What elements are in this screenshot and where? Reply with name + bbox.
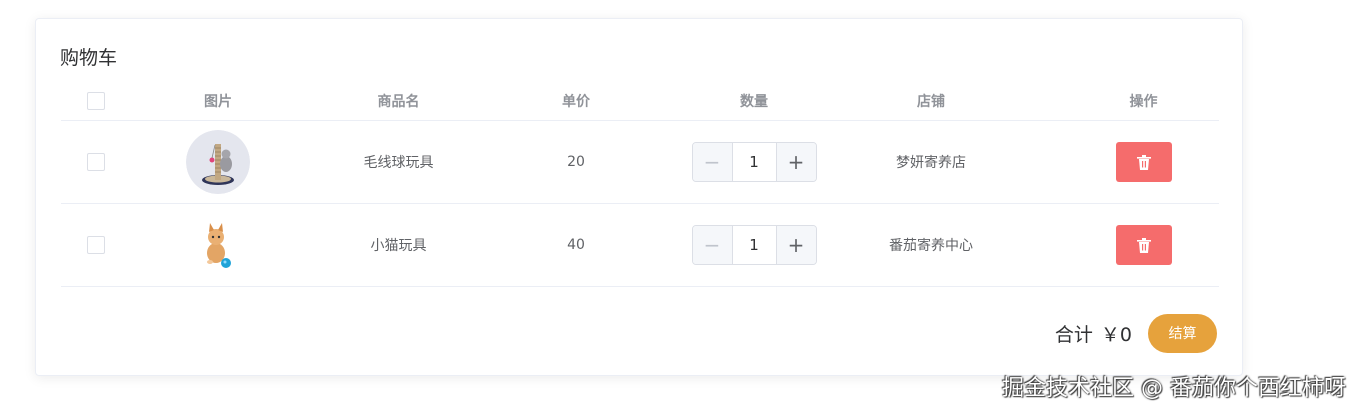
total-label: 合计 [1054,323,1093,346]
shop-name: 番茄寄养中心 [889,238,973,254]
cart-footer: 合计 ￥0 结算 [1055,313,1217,353]
quantity-stepper: − 1 + [691,142,817,182]
trash-icon [1136,237,1151,253]
watermark: 掘金技术社区 @ 番茄你个西红柿呀 [1002,376,1346,401]
product-name: 小猫玩具 [370,238,427,254]
trash-icon [1136,154,1151,170]
checkout-button[interactable]: 结算 [1148,313,1217,353]
column-header-shop: 店铺 [917,93,945,110]
column-header-name: 商品名 [377,93,420,110]
cart-title: 购物车 [60,47,118,69]
table-row: 小猫玩具 40 − 1 + 番茄寄养中心 [61,204,1219,287]
cart-card: 购物车 图片 商品名 单价 数量 店铺 操作 毛线球玩具 20 − 1 + 梦妍… [35,18,1243,376]
decrease-button[interactable]: − [692,226,733,264]
column-header-action: 操作 [1129,93,1158,110]
quantity-input[interactable]: 1 [733,143,776,181]
shop-name: 梦妍寄养店 [896,155,966,171]
decrease-button[interactable]: − [692,143,733,181]
table-row: 毛线球玩具 20 − 1 + 梦妍寄养店 [61,121,1219,204]
cat-tree-toy-photo [186,130,250,194]
quantity-input[interactable]: 1 [733,226,776,264]
delete-button[interactable] [1115,142,1172,182]
total-amount: ￥0 [1100,323,1132,346]
column-header-image: 图片 [204,93,232,110]
delete-button[interactable] [1115,225,1172,265]
increase-button[interactable]: + [775,226,816,264]
increase-button[interactable]: + [775,143,816,181]
row-checkbox[interactable] [87,236,105,254]
column-header-quantity: 数量 [740,93,768,110]
product-price: 20 [567,154,585,170]
select-all-checkbox[interactable] [87,91,105,110]
product-name: 毛线球玩具 [363,155,434,171]
table-header: 图片 商品名 单价 数量 店铺 操作 [61,81,1219,121]
product-price: 40 [567,237,585,253]
quantity-stepper: − 1 + [691,225,817,265]
column-header-price: 单价 [562,93,590,110]
row-checkbox[interactable] [87,153,105,171]
cart-table: 图片 商品名 单价 数量 店铺 操作 毛线球玩具 20 − 1 + 梦妍寄养店 … [61,81,1219,287]
kitten-with-ball-photo [186,213,250,277]
